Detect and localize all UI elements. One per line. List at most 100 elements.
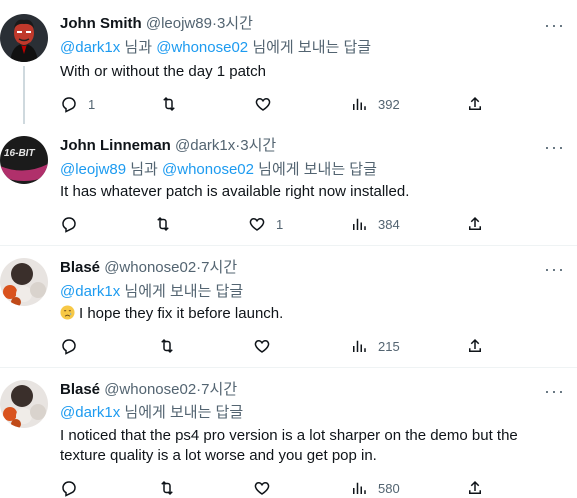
tweet-text-container: I hope they fix it before launch. <box>60 304 560 324</box>
reply-suffix: 님에게 보내는 답글 <box>254 161 377 178</box>
view-count: 580 <box>378 480 400 496</box>
heart-icon <box>254 481 270 495</box>
share-icon <box>469 480 481 494</box>
mention-link[interactable]: @dark1x <box>60 39 120 56</box>
retweet-icon <box>157 216 169 232</box>
mention-link[interactable]: @whonose02 <box>162 161 254 178</box>
tweet-text: It has whatever patch is available right… <box>60 183 410 200</box>
share-button[interactable] <box>466 478 484 498</box>
reply-button[interactable]: 1 <box>60 94 95 114</box>
reply-context: @dark1x 님과 @whonose02 님에게 보내는 답글 <box>60 38 371 58</box>
views-button[interactable]: 392 <box>350 94 400 114</box>
user-handle[interactable]: @leojw89 <box>146 15 212 32</box>
reply-context: @dark1x 님에게 보내는 답글 <box>60 282 243 302</box>
avatar[interactable]: 16-BIT <box>0 136 48 184</box>
views-button[interactable]: 384 <box>350 214 400 234</box>
retweet-icon <box>161 338 173 354</box>
mention-link[interactable]: @whonose02 <box>156 39 248 56</box>
avatar-image: 16-BIT <box>0 136 48 184</box>
tweet-actions: 1 384 <box>60 214 490 234</box>
timestamp[interactable]: 7시간 <box>201 259 237 276</box>
timestamp[interactable]: 7시간 <box>201 381 237 398</box>
avatar-logo-text: 16-BIT <box>4 148 35 159</box>
retweet-icon <box>161 480 173 496</box>
reply-button[interactable] <box>60 478 88 498</box>
view-count: 215 <box>378 338 400 354</box>
user-handle[interactable]: @whonose02 <box>104 381 196 398</box>
more-options-icon[interactable]: ··· <box>544 138 565 156</box>
tweet-actions: 580 <box>60 478 490 498</box>
tweet-header: Blasé @whonose02·7시간 <box>60 258 237 278</box>
reply-suffix: 님에게 보내는 답글 <box>120 283 244 300</box>
analytics-icon <box>353 482 366 494</box>
heart-icon <box>249 217 265 231</box>
reply-count: 1 <box>88 96 96 112</box>
mention-link[interactable]: @dark1x <box>60 404 120 421</box>
avatar[interactable] <box>0 14 48 62</box>
reply-context: @dark1x 님에게 보내는 답글 <box>60 403 243 423</box>
more-options-icon[interactable]: ··· <box>544 16 565 34</box>
reply-icon <box>62 97 76 113</box>
tweet-actions: 1 392 <box>60 94 490 114</box>
reply-suffix: 님에게 보내는 답글 <box>248 39 372 56</box>
view-count: 384 <box>378 216 400 232</box>
avatar-image <box>0 258 48 306</box>
share-icon <box>469 216 481 230</box>
heart-icon <box>255 97 271 111</box>
tweet-text-line: I noticed that the ps4 pro version is a … <box>60 427 518 444</box>
share-icon <box>469 338 481 352</box>
reply-icon <box>62 481 76 497</box>
tweet-divider <box>0 367 577 368</box>
retweet-button[interactable] <box>158 478 186 498</box>
reply-button[interactable] <box>60 214 88 234</box>
share-button[interactable] <box>466 94 484 114</box>
tweet-divider <box>0 245 577 246</box>
views-button[interactable]: 215 <box>350 336 400 356</box>
avatar-image <box>0 14 48 62</box>
mention-link[interactable]: @dark1x <box>60 283 120 300</box>
views-button[interactable]: 580 <box>350 478 400 498</box>
analytics-icon <box>353 218 366 230</box>
timestamp[interactable]: 3시간 <box>217 15 253 32</box>
avatar[interactable] <box>0 258 48 306</box>
tweet-text: I hope they fix it before launch. <box>79 305 284 322</box>
share-button[interactable] <box>466 336 484 356</box>
analytics-icon <box>353 98 366 110</box>
reply-suffix: 님에게 보내는 답글 <box>120 404 244 421</box>
share-icon <box>469 96 481 110</box>
like-button[interactable] <box>253 478 281 498</box>
reply-icon <box>62 217 76 233</box>
crying-face-icon <box>60 305 75 320</box>
tweet-header: John Smith @leojw89·3시간 <box>60 14 253 34</box>
like-count: 1 <box>276 216 284 232</box>
user-handle[interactable]: @whonose02 <box>104 259 196 276</box>
retweet-button[interactable] <box>154 214 182 234</box>
like-button[interactable] <box>254 94 282 114</box>
avatar[interactable] <box>0 380 48 428</box>
avatar-image <box>0 380 48 428</box>
more-options-icon[interactable]: ··· <box>544 382 565 400</box>
tweet-actions: 215 <box>60 336 490 356</box>
reply-connector: 님과 <box>126 161 163 178</box>
mention-link[interactable]: @leojw89 <box>60 161 126 178</box>
user-handle[interactable]: @dark1x <box>175 137 235 154</box>
reply-icon <box>62 339 76 355</box>
thread-line <box>23 66 25 124</box>
timestamp[interactable]: 3시간 <box>240 137 276 154</box>
reply-button[interactable] <box>60 336 88 356</box>
retweet-icon <box>163 96 175 112</box>
view-count: 392 <box>378 96 400 112</box>
more-options-icon[interactable]: ··· <box>544 260 565 278</box>
display-name[interactable]: John Smith <box>60 15 142 32</box>
tweet-header: Blasé @whonose02·7시간 <box>60 380 237 400</box>
retweet-button[interactable] <box>158 336 186 356</box>
heart-icon <box>254 339 270 353</box>
display-name[interactable]: Blasé <box>60 259 100 276</box>
retweet-button[interactable] <box>160 94 188 114</box>
display-name[interactable]: John Linneman <box>60 137 171 154</box>
like-button[interactable] <box>253 336 281 356</box>
display-name[interactable]: Blasé <box>60 381 100 398</box>
tweet-text-line: texture quality is a lot worse and you g… <box>60 447 377 464</box>
share-button[interactable] <box>466 214 484 234</box>
like-button[interactable]: 1 <box>248 214 283 234</box>
